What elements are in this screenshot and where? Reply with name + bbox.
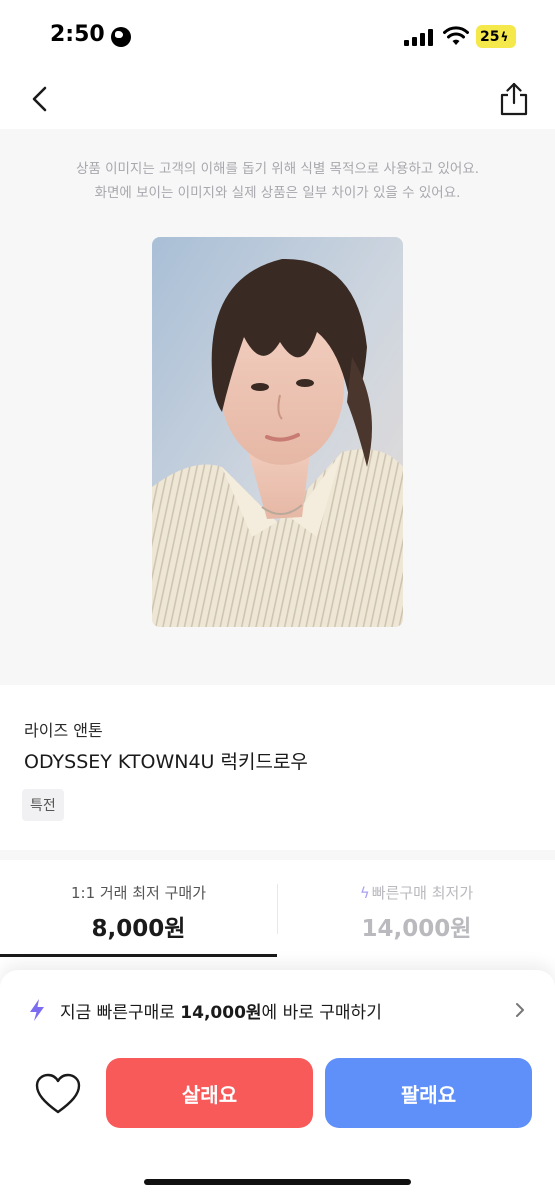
battery-level: 25 — [480, 28, 500, 45]
charging-icon: ϟ — [500, 29, 509, 44]
product-photocard-image[interactable] — [152, 237, 403, 627]
price-value: 14,000원 — [361, 916, 472, 942]
product-title: ODYSSEY KTOWN4U 럭키드로우 — [24, 751, 308, 773]
nav-bar — [0, 72, 555, 128]
lightning-icon: ϟ — [359, 884, 370, 902]
quick-buy-banner[interactable]: 지금 빠른구매로 14,000원에 바로 구매하기 — [0, 988, 555, 1032]
wifi-icon — [443, 26, 469, 45]
lightning-icon — [30, 999, 44, 1021]
product-info: 라이즈 앤톤 ODYSSEY KTOWN4U 럭키드로우 특전 — [0, 685, 555, 850]
wishlist-heart-button[interactable] — [34, 1072, 82, 1116]
home-indicator — [144, 1179, 411, 1185]
active-tab-indicator — [0, 954, 277, 957]
price-label: 빠른구매 최저가 — [371, 884, 474, 902]
image-notice-line-2: 화면에 보이는 이미지와 실제 상품은 일부 차이가 있을 수 있어요. — [94, 185, 461, 201]
product-brand[interactable]: 라이즈 앤톤 — [24, 717, 103, 741]
quick-buy-amount: 14,000원 — [180, 1003, 262, 1023]
bottom-action-sheet: 지금 빠른구매로 14,000원에 바로 구매하기 살래요 팔래요 — [0, 970, 555, 1200]
price-label: 1:1 거래 최저 구매가 — [70, 884, 207, 902]
sell-button[interactable]: 팔래요 — [325, 1058, 532, 1128]
product-tag: 특전 — [22, 789, 64, 821]
quick-buy-suffix: 에 바로 구매하기 — [261, 1003, 382, 1023]
quick-buy-prefix: 지금 빠른구매로 — [60, 1003, 181, 1023]
cellular-signal-icon — [404, 29, 434, 46]
section-divider — [0, 850, 555, 860]
image-notice-line-1: 상품 이미지는 고객의 이해를 돕기 위해 식별 목적으로 사용하고 있어요. — [75, 161, 480, 177]
chevron-right-icon — [516, 1003, 524, 1017]
price-value: 8,000원 — [91, 916, 186, 942]
quick-buy-text: 지금 빠른구매로 14,000원에 바로 구매하기 — [60, 998, 382, 1023]
tab-quick-buy-price[interactable]: ϟ 빠른구매 최저가 14,000원 — [278, 860, 555, 958]
globe-icon — [111, 27, 131, 47]
product-image-area: 상품 이미지는 고객의 이해를 돕기 위해 식별 목적으로 사용하고 있어요. … — [0, 129, 555, 685]
status-time: 2:50 — [50, 22, 105, 47]
back-button[interactable] — [24, 82, 58, 116]
buy-button[interactable]: 살래요 — [106, 1058, 313, 1128]
price-tabs: 1:1 거래 최저 구매가 8,000원 ϟ 빠른구매 최저가 14,000원 — [0, 860, 555, 958]
battery-indicator: 25 ϟ — [476, 25, 516, 48]
status-bar: 2:50 25 ϟ — [0, 0, 555, 72]
tab-one-to-one-price[interactable]: 1:1 거래 최저 구매가 8,000원 — [0, 860, 277, 958]
share-button[interactable] — [497, 80, 531, 118]
image-notice: 상품 이미지는 고객의 이해를 돕기 위해 식별 목적으로 사용하고 있어요. … — [0, 157, 555, 205]
